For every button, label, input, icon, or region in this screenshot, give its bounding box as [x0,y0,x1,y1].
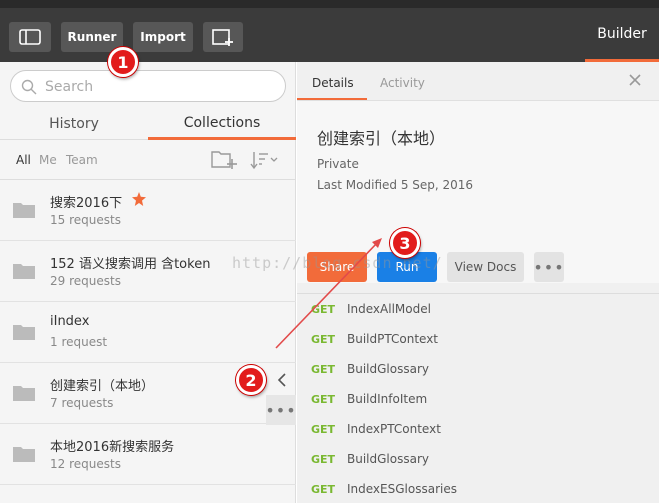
request-row[interactable]: GET IndexPTContext [297,414,659,444]
chevron-left-icon [277,373,286,387]
top-toolbar: Runner Import Builder [0,0,659,62]
collection-name: 本地2016新搜索服务 [50,440,175,455]
folder-icon [13,325,35,340]
collection-more-button[interactable]: ••• [265,395,297,425]
collection-details-panel: Details Activity 创建索引（本地） Private Last M… [297,62,659,503]
request-row[interactable]: GET BuildGlossary [297,444,659,474]
request-name: IndexPTContext [347,422,441,436]
request-row[interactable]: GET BuildGlossary [297,354,659,384]
new-window-icon [212,29,233,46]
privacy-label: Private [317,157,359,171]
request-row[interactable]: GET IndexAllModel [297,294,659,324]
more-dots-icon: ••• [265,400,297,420]
request-row[interactable]: GET IndexESGlossaries [297,474,659,503]
collection-item[interactable]: iIndex 1 request [0,302,296,363]
request-row[interactable]: GET BuildPTContext [297,324,659,354]
collection-name: iIndex [50,314,90,329]
collection-list: 搜索2016下 15 requests 152 语义搜索调用 含token 29… [0,180,296,485]
annotation-badge: 2 [236,365,266,395]
sort-icon[interactable] [250,150,280,170]
view-docs-button[interactable]: View Docs [447,252,524,282]
filter-team[interactable]: Team [66,153,98,167]
collapse-details-button[interactable] [268,365,296,395]
search-input[interactable] [45,77,275,97]
runner-button[interactable]: Runner [61,22,123,52]
request-name: BuildGlossary [347,362,429,376]
more-dots-icon: ••• [533,257,565,277]
search-icon [21,79,37,95]
request-name: IndexAllModel [347,302,431,316]
collection-request-count: 7 requests [50,396,114,410]
toggle-sidebar-button[interactable] [9,22,51,52]
request-method: GET [311,483,336,496]
tab-history[interactable]: History [0,108,148,140]
annotation-badge: 1 [108,47,138,77]
tab-details[interactable]: Details [312,76,354,90]
request-name: BuildGlossary [347,452,429,466]
details-tabs: Details Activity [297,62,659,101]
filter-all[interactable]: All [16,153,31,167]
filter-me[interactable]: Me [39,153,57,167]
collection-name: 创建索引（本地） [50,379,155,394]
new-tab-button[interactable] [203,22,243,52]
import-button[interactable]: Import [133,22,193,52]
collection-name: 152 语义搜索调用 含token [50,257,211,272]
sidebar: History Collections All Me Team 搜索2016下 … [0,62,296,503]
collection-filters: All Me Team [0,140,296,180]
folder-icon [13,386,35,401]
tab-activity[interactable]: Activity [380,76,425,90]
collection-request-count: 12 requests [50,457,121,471]
request-method: GET [311,453,336,466]
collection-item[interactable]: 搜索2016下 15 requests [0,180,296,241]
last-modified: Last Modified 5 Sep, 2016 [317,178,474,192]
collection-request-count: 29 requests [50,274,121,288]
request-name: IndexESGlossaries [347,482,457,496]
tab-collections[interactable]: Collections [148,108,296,140]
sidebar-tabs: History Collections [0,108,296,140]
folder-icon [13,203,35,218]
star-icon[interactable] [132,192,146,206]
request-row[interactable]: GET BuildInfoItem [297,384,659,414]
more-options-button[interactable]: ••• [533,252,565,282]
request-list: GET IndexAllModel GET BuildPTContext GET Bu… [297,293,659,503]
new-collection-icon[interactable] [211,148,237,170]
request-method: GET [311,423,336,436]
sidebar-icon [19,29,41,45]
request-name: BuildInfoItem [347,392,428,406]
annotation-badge: 3 [390,228,420,258]
collection-name: 搜索2016下 [50,196,123,211]
collection-request-count: 15 requests [50,213,121,227]
folder-icon [13,264,35,279]
builder-tab[interactable]: Builder [585,8,659,62]
request-method: GET [311,363,336,376]
request-method: GET [311,333,336,346]
request-name: BuildPTContext [347,332,438,346]
collection-item[interactable]: 本地2016新搜索服务 12 requests [0,424,296,485]
request-method: GET [311,303,336,316]
folder-icon [13,447,35,462]
search-box [10,70,286,102]
request-method: GET [311,393,336,406]
collection-title: 创建索引（本地） [317,129,446,148]
close-icon[interactable] [627,72,643,88]
collection-request-count: 1 request [50,335,108,349]
